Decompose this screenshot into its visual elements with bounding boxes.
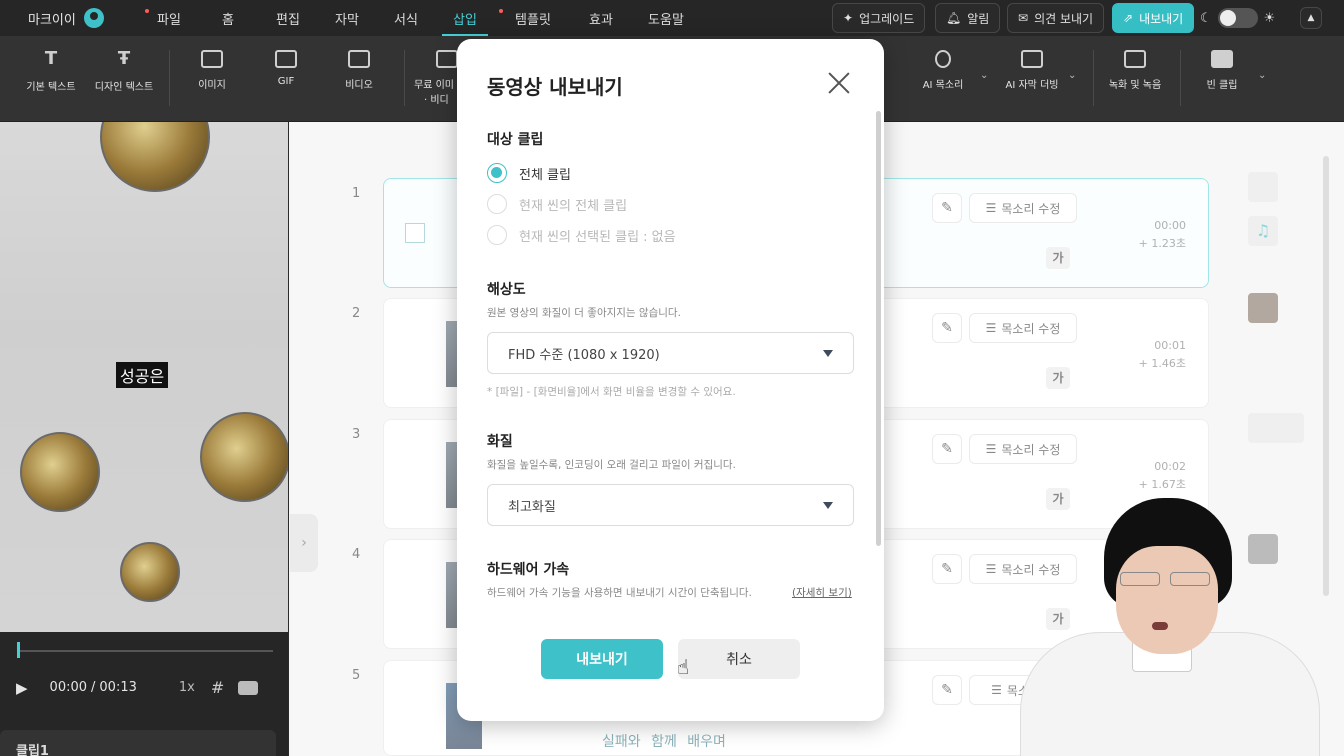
radio-scene-selected-clips[interactable]: 현재 씬의 선택된 클립 : 없음	[487, 225, 676, 245]
free-media-icon	[436, 50, 458, 68]
dialog-scrollbar[interactable]	[876, 111, 881, 546]
menu-home[interactable]: 홈	[198, 0, 258, 36]
image-icon	[201, 50, 223, 68]
alerts-button[interactable]: 🔔︎ 알림	[935, 3, 1001, 33]
playhead[interactable]	[17, 642, 20, 658]
gif-icon	[275, 50, 297, 68]
current-time: 00:00	[49, 680, 88, 695]
webcam-presenter	[1012, 492, 1344, 756]
tool-record[interactable]: 녹화 및 녹음	[1097, 50, 1173, 91]
quality-hint: 화질을 높일수록, 인코딩이 오래 걸리고 파일이 커집니다.	[487, 459, 736, 471]
quality-title: 화질	[487, 434, 513, 450]
menu-help[interactable]: 도움말	[630, 0, 702, 36]
design-text-icon: Ŧ	[117, 48, 131, 69]
theme-toggle[interactable]	[1217, 8, 1258, 28]
ai-dubbing-icon	[1021, 50, 1043, 68]
text-icon: T	[44, 48, 58, 69]
cancel-button[interactable]: 취소	[678, 639, 800, 679]
video-icon	[348, 50, 370, 68]
menu-template[interactable]: 템플릿	[494, 0, 572, 36]
radio-scene-all-clips[interactable]: 현재 씬의 전체 클립	[487, 194, 627, 214]
tool-ai-voice[interactable]: AI 목소리	[905, 50, 981, 91]
hand-cursor-icon: ☝	[677, 655, 690, 679]
coin-image	[100, 122, 210, 192]
bell-icon: 🔔︎	[946, 11, 962, 25]
top-menu-bar: 마크이이 파일 홈 편집 자막 서식 삽입 템플릿 효과 도움말 ✦ 업그레이드 …	[0, 0, 1344, 36]
radio-button[interactable]	[487, 225, 507, 245]
radio-button[interactable]	[487, 163, 507, 183]
time-separator: /	[91, 680, 96, 695]
main-menu: 파일 홈 편집 자막 서식 삽입 템플릿 효과 도움말	[140, 0, 702, 36]
tool-image[interactable]: 이미지	[174, 50, 250, 91]
chevron-down-icon[interactable]: ⌄	[1258, 70, 1266, 81]
user-avatar-icon[interactable]	[83, 8, 104, 28]
ai-voice-icon	[935, 50, 951, 68]
sun-icon: ☀	[1263, 10, 1276, 26]
tool-video[interactable]: 비디오	[321, 50, 397, 91]
menu-subtitle[interactable]: 자막	[318, 0, 376, 36]
coin-image	[120, 542, 180, 602]
menu-effects[interactable]: 효과	[572, 0, 630, 36]
export-icon: ⇗	[1123, 11, 1134, 25]
menu-edit[interactable]: 편집	[258, 0, 318, 36]
menu-insert[interactable]: 삽입	[436, 0, 494, 36]
tool-design-text[interactable]: Ŧ 디자인 텍스트	[86, 48, 162, 94]
tool-basic-text[interactable]: T 기본 텍스트	[13, 48, 89, 94]
subtitle-toggle-icon[interactable]	[238, 680, 259, 695]
preview-caption: 성공은	[116, 362, 169, 388]
dialog-title: 동영상 내보내기	[487, 75, 623, 99]
empty-clip-icon	[1211, 50, 1233, 68]
coin-image	[20, 432, 100, 512]
grid-icon[interactable]: #	[211, 678, 224, 697]
chevron-down-icon[interactable]: ⌄	[1068, 70, 1076, 81]
brand[interactable]: 마크이이	[28, 8, 120, 28]
coin-image	[200, 412, 288, 502]
brand-name: 마크이이	[28, 12, 76, 28]
moon-icon: ☾	[1200, 10, 1212, 26]
menu-format[interactable]: 서식	[376, 0, 436, 36]
radio-button[interactable]	[487, 194, 507, 214]
chevron-down-icon[interactable]: ⌄	[980, 70, 988, 81]
resolution-title: 해상도	[487, 282, 526, 298]
export-video-dialog: 동영상 내보내기 대상 클립 전체 클립 현재 씬의 전체 클립 현재 씬의 선…	[457, 39, 884, 721]
tool-gif[interactable]: GIF	[248, 50, 324, 87]
clip-tab[interactable]: 클립1	[0, 730, 276, 756]
total-time: 00:13	[99, 680, 137, 695]
export-top-button[interactable]: ⇗ 내보내기	[1112, 3, 1195, 33]
learn-more-link[interactable]: (자세히 보기)	[792, 585, 852, 600]
camera-icon	[1124, 50, 1146, 68]
quality-select[interactable]: 최고화질	[487, 484, 854, 526]
tool-ai-dubbing[interactable]: AI 자막 더빙	[994, 50, 1070, 91]
sparkle-icon: ✦	[843, 11, 854, 25]
mail-icon: ✉	[1018, 11, 1029, 25]
hw-accel-title: 하드웨어 가속	[487, 562, 570, 578]
play-icon[interactable]: ▶	[16, 679, 28, 697]
feedback-button[interactable]: ✉ 의견 보내기	[1007, 3, 1105, 33]
dropdown-triangle-icon	[823, 501, 833, 509]
resolution-hint: 원본 영상의 화질이 더 좋아지지는 않습니다.	[487, 307, 681, 319]
resolution-select[interactable]: FHD 수준 (1080 x 1920)	[487, 332, 854, 374]
hw-accel-hint: 하드웨어 가속 기능을 사용하면 내보내기 시간이 단축됩니다.	[487, 587, 752, 599]
target-clip-title: 대상 클립	[487, 132, 544, 148]
resolution-note: * [파일] - [화면비율]에서 화면 비율을 변경할 수 있어요.	[487, 386, 736, 398]
speed-control[interactable]: 1x	[179, 680, 195, 695]
collapse-up-icon[interactable]: ▲	[1300, 7, 1322, 29]
menu-file[interactable]: 파일	[140, 0, 198, 36]
dropdown-triangle-icon	[823, 349, 833, 357]
radio-all-clips[interactable]: 전체 클립	[487, 163, 571, 183]
tool-empty-clip[interactable]: 빈 클립	[1184, 50, 1260, 91]
playback-progress[interactable]	[17, 642, 273, 658]
export-button[interactable]: 내보내기	[541, 639, 663, 679]
close-icon[interactable]	[827, 71, 851, 95]
upgrade-button[interactable]: ✦ 업그레이드	[832, 3, 926, 33]
video-preview[interactable]: 성공은	[0, 122, 288, 632]
